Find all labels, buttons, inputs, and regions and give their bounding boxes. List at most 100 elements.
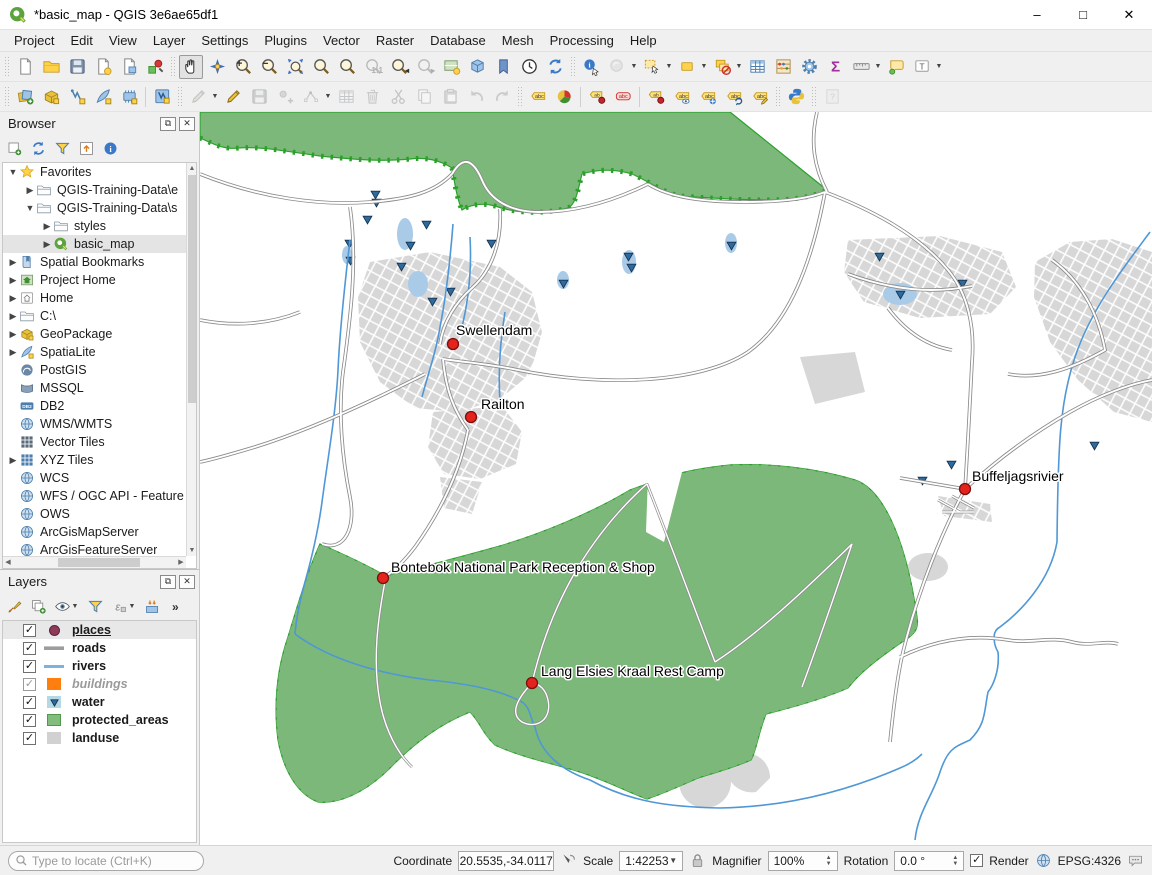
crs-globe-icon[interactable] [1035,852,1052,869]
menu-help[interactable]: Help [622,31,665,50]
toolbar-grip[interactable] [517,86,523,108]
zoom-last-button[interactable]: ◂ [387,55,411,79]
add-feature-button[interactable] [273,85,297,109]
layer-checkbox[interactable]: ✓ [23,732,36,745]
browser-item-geopackage[interactable]: ▶GeoPackage [3,325,186,343]
browser-item-project-home[interactable]: ▶Project Home [3,271,186,289]
browser-vertical-scrollbar[interactable]: ▲▼ [186,163,196,556]
menu-vector[interactable]: Vector [315,31,368,50]
menu-settings[interactable]: Settings [193,31,256,50]
deselect-all-button[interactable] [710,55,734,79]
layers-close-button[interactable]: ✕ [179,575,195,589]
browser-item-xyz-tiles[interactable]: ▶XYZ Tiles [3,451,186,469]
browser-float-button[interactable]: ⧉ [160,117,176,131]
scale-combobox[interactable]: 1:42253▼ [619,851,683,871]
pan-map-button[interactable] [179,55,203,79]
pan-to-selection-button[interactable] [205,55,229,79]
expand-arrow-icon[interactable]: ▶ [24,185,36,196]
map-tips-button[interactable] [884,55,908,79]
field-calculator-button[interactable] [771,55,795,79]
new-shapefile-layer-button[interactable] [65,85,89,109]
current-edits-button[interactable] [186,85,210,109]
redo-button[interactable] [490,85,514,109]
maximize-button[interactable]: □ [1060,0,1106,30]
highlight-pinned-labels-button[interactable] [611,85,635,109]
zoom-full-button[interactable] [283,55,307,79]
show-hide-labels-button[interactable] [670,85,694,109]
layer-checkbox[interactable]: ✓ [23,678,36,691]
browser-item-db2[interactable]: DB2 [3,397,186,415]
spinner-arrows-icon[interactable]: ▲▼ [952,855,958,867]
panel-overflow-button[interactable]: » [172,600,179,614]
layer-row-protected-areas[interactable]: ✓protected_areas [3,711,196,729]
new-print-layout-button[interactable] [91,55,115,79]
zoom-in-button[interactable]: + [231,55,255,79]
new-map-view-button[interactable] [439,55,463,79]
zoom-next-button[interactable]: ▸ [413,55,437,79]
expand-arrow-icon[interactable]: ▶ [7,329,19,340]
data-source-manager-button[interactable] [13,85,37,109]
messages-icon[interactable] [1127,852,1144,869]
zoom-to-layer-button[interactable] [335,55,359,79]
layer-labeling-button[interactable] [526,85,550,109]
identify-features-button[interactable] [579,55,603,79]
help-contents-button[interactable] [820,85,844,109]
dropdown-arrow-icon[interactable]: ▼ [211,93,219,100]
browser-properties-button[interactable] [102,140,119,157]
new-memory-layer-button[interactable] [117,85,141,109]
browser-item-arcgis-feature-server[interactable]: ArcGisFeatureServer [3,541,186,556]
undo-button[interactable] [464,85,488,109]
layer-row-buildings[interactable]: ✓buildings [3,675,196,693]
delete-selected-button[interactable] [360,85,384,109]
locate-input[interactable] [32,854,182,868]
modify-attributes-button[interactable] [334,85,358,109]
expand-arrow-icon[interactable]: ▶ [7,293,19,304]
show-layout-manager-button[interactable] [117,55,141,79]
dropdown-arrow-icon[interactable]: ▼ [874,63,882,70]
save-layer-edits-button[interactable] [247,85,271,109]
expand-arrow-icon[interactable]: ▶ [41,239,53,250]
scroll-right-arrow[interactable]: ▶ [176,557,186,569]
layer-styling-button[interactable] [6,598,23,615]
browser-collapse-all-button[interactable] [78,140,95,157]
dropdown-arrow-icon[interactable]: ▼ [700,63,708,70]
browser-item-spatial-bookmarks[interactable]: ▶Spatial Bookmarks [3,253,186,271]
new-geopackage-layer-button[interactable] [39,85,63,109]
refresh-map-button[interactable] [543,55,567,79]
coordinate-field[interactable]: 20.5535,-34.0117 [458,851,554,871]
browser-item-training-data-e[interactable]: ▶QGIS-Training-Data\e [3,181,186,199]
browser-item-wfs[interactable]: WFS / OGC API - Feature [3,487,186,505]
python-console-button[interactable] [784,85,808,109]
browser-item-ows[interactable]: OWS [3,505,186,523]
menu-mesh[interactable]: Mesh [494,31,542,50]
new-3d-map-view-button[interactable] [465,55,489,79]
spinner-arrows-icon[interactable]: ▲▼ [826,855,832,867]
render-checkbox[interactable]: ✓ [970,854,983,867]
new-virtual-layer-button[interactable] [150,85,174,109]
add-group-button[interactable] [30,598,47,615]
menu-view[interactable]: View [101,31,145,50]
expand-arrow-icon[interactable]: ▶ [41,221,53,232]
layer-checkbox[interactable]: ✓ [23,696,36,709]
menu-database[interactable]: Database [422,31,494,50]
browser-add-layers-button[interactable] [6,140,23,157]
toggle-editing-button[interactable] [221,85,245,109]
zoom-native-button[interactable]: 1:1 [361,55,385,79]
browser-item-training-data-s[interactable]: ▼QGIS-Training-Data\s [3,199,186,217]
show-bookmarks-button[interactable] [491,55,515,79]
layer-row-places[interactable]: ✓places [3,621,196,639]
temporal-controller-button[interactable] [517,55,541,79]
layer-row-rivers[interactable]: ✓rivers [3,657,196,675]
expand-collapse-all-button[interactable] [144,598,161,615]
layer-checkbox[interactable]: ✓ [23,714,36,727]
text-annotation-button[interactable] [910,55,934,79]
browser-close-button[interactable]: ✕ [179,117,195,131]
paste-features-button[interactable] [438,85,462,109]
select-features-button[interactable] [640,55,664,79]
change-label-button[interactable] [748,85,772,109]
expand-arrow-icon[interactable]: ▶ [7,347,19,358]
extents-toggle-icon[interactable] [560,852,577,869]
browser-item-postgis[interactable]: PostGIS [3,361,186,379]
scroll-left-arrow[interactable]: ◀ [3,557,13,569]
toolbar-grip[interactable] [570,56,576,78]
